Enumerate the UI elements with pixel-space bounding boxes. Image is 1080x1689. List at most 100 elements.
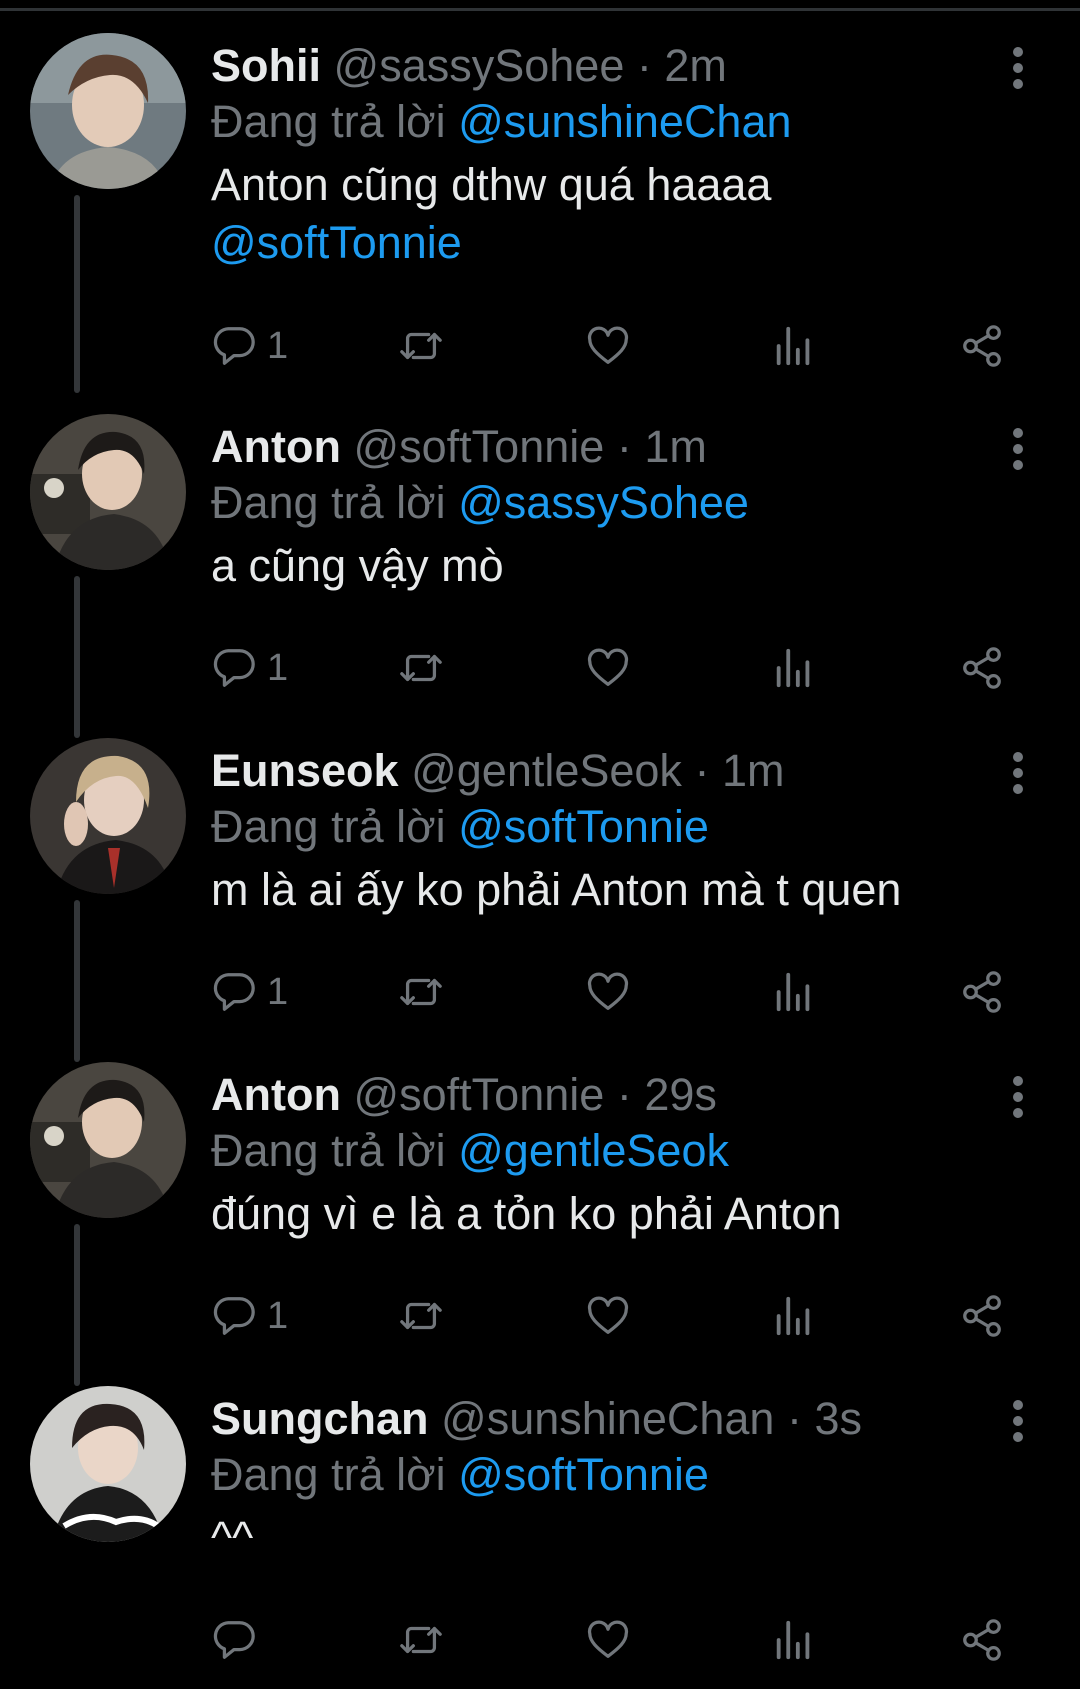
reply-icon bbox=[213, 1621, 255, 1659]
avatar[interactable] bbox=[30, 1386, 186, 1542]
reply-button[interactable]: 1 bbox=[211, 638, 288, 698]
avatar-photo-icon bbox=[30, 414, 186, 570]
like-button[interactable] bbox=[585, 316, 631, 376]
action-bar bbox=[211, 1610, 1031, 1670]
retweet-icon bbox=[400, 1626, 442, 1654]
reply-to-mention[interactable]: @softTonnie bbox=[458, 1449, 709, 1500]
avatar-photo-icon bbox=[30, 1386, 186, 1542]
avatar-photo-icon bbox=[30, 738, 186, 894]
share-button[interactable] bbox=[959, 1610, 1005, 1670]
retweet-button[interactable] bbox=[396, 638, 446, 698]
views-button[interactable] bbox=[774, 1610, 814, 1670]
timestamp[interactable]: 3s bbox=[814, 1393, 862, 1444]
tweet-text: đúng vì e là a tỏn ko phải Anton bbox=[211, 1185, 1011, 1243]
avatar[interactable] bbox=[30, 33, 186, 189]
reply-button[interactable]: 1 bbox=[211, 1286, 288, 1346]
tweet-text-line: Anton cũng dthw quá haaaa bbox=[211, 159, 772, 210]
tweet-text-line: m là ai ấy ko phải Anton mà t quen bbox=[211, 864, 902, 915]
share-icon bbox=[963, 1295, 1001, 1337]
retweet-button[interactable] bbox=[396, 1610, 446, 1670]
user-handle[interactable]: @sunshineChan bbox=[441, 1393, 774, 1444]
separator-dot: · bbox=[616, 421, 632, 472]
more-vertical-icon[interactable] bbox=[1008, 746, 1028, 806]
heart-icon bbox=[587, 972, 629, 1010]
user-handle[interactable]: @softTonnie bbox=[353, 1069, 604, 1120]
separator-dot: · bbox=[786, 1393, 802, 1444]
avatar-photo-icon bbox=[30, 33, 186, 189]
tweet-text-line: đúng vì e là a tỏn ko phải Anton bbox=[211, 1188, 842, 1239]
share-icon bbox=[963, 647, 1001, 689]
avatar[interactable] bbox=[30, 1062, 186, 1218]
display-name[interactable]: Anton bbox=[211, 1069, 341, 1120]
share-button[interactable] bbox=[959, 316, 1005, 376]
thread-connector bbox=[74, 576, 80, 738]
reply-button[interactable]: 1 bbox=[211, 962, 288, 1022]
views-button[interactable] bbox=[774, 316, 814, 376]
heart-icon bbox=[587, 648, 629, 686]
reply-button[interactable]: 1 bbox=[211, 316, 288, 376]
reply-to-mention[interactable]: @sassySohee bbox=[458, 477, 749, 528]
reply-prefix: Đang trả lời bbox=[211, 477, 446, 528]
avatar[interactable] bbox=[30, 738, 186, 894]
timestamp[interactable]: 1m bbox=[722, 745, 785, 796]
more-vertical-icon[interactable] bbox=[1008, 1070, 1028, 1130]
share-icon bbox=[963, 971, 1001, 1013]
retweet-icon bbox=[400, 654, 442, 682]
reply-icon bbox=[213, 327, 255, 365]
timestamp[interactable]: 29s bbox=[644, 1069, 717, 1120]
reply-to-mention[interactable]: @gentleSeok bbox=[458, 1125, 729, 1176]
reply-count: 1 bbox=[267, 324, 289, 367]
thread-connector bbox=[74, 900, 80, 1062]
more-vertical-icon[interactable] bbox=[1008, 41, 1028, 101]
user-handle[interactable]: @sassySohee bbox=[334, 40, 625, 91]
retweet-icon bbox=[400, 332, 442, 360]
tweet-text-line: ^^ bbox=[211, 1512, 254, 1563]
share-button[interactable] bbox=[959, 1286, 1005, 1346]
reply-button[interactable] bbox=[211, 1610, 267, 1670]
views-button[interactable] bbox=[774, 1286, 814, 1346]
action-bar: 1 bbox=[211, 962, 1031, 1022]
heart-icon bbox=[587, 326, 629, 364]
reply-icon bbox=[213, 973, 255, 1011]
like-button[interactable] bbox=[585, 1286, 631, 1346]
retweet-button[interactable] bbox=[396, 962, 446, 1022]
reply-to-mention[interactable]: @sunshineChan bbox=[458, 96, 791, 147]
timestamp[interactable]: 1m bbox=[644, 421, 707, 472]
separator-dot: · bbox=[616, 1069, 632, 1120]
views-button[interactable] bbox=[774, 638, 814, 698]
user-handle[interactable]: @gentleSeok bbox=[411, 745, 682, 796]
share-icon bbox=[963, 1619, 1001, 1661]
reply-icon bbox=[213, 1297, 255, 1335]
views-icon bbox=[776, 972, 810, 1012]
reply-icon bbox=[213, 649, 255, 687]
display-name[interactable]: Sungchan bbox=[211, 1393, 429, 1444]
display-name[interactable]: Eunseok bbox=[211, 745, 399, 796]
avatar[interactable] bbox=[30, 414, 186, 570]
display-name[interactable]: Anton bbox=[211, 421, 341, 472]
views-button[interactable] bbox=[774, 962, 814, 1022]
views-icon bbox=[776, 1620, 810, 1660]
tweet-text-mention[interactable]: @softTonnie bbox=[211, 214, 1011, 272]
retweet-icon bbox=[400, 978, 442, 1006]
like-button[interactable] bbox=[585, 962, 631, 1022]
timestamp[interactable]: 2m bbox=[664, 40, 727, 91]
share-button[interactable] bbox=[959, 962, 1005, 1022]
action-bar: 1 bbox=[211, 1286, 1031, 1346]
reply-prefix: Đang trả lời bbox=[211, 1449, 446, 1500]
thread-connector bbox=[74, 195, 80, 393]
retweet-button[interactable] bbox=[396, 316, 446, 376]
reply-to-mention[interactable]: @softTonnie bbox=[458, 801, 709, 852]
action-bar: 1 bbox=[211, 316, 1031, 376]
like-button[interactable] bbox=[585, 638, 631, 698]
retweet-button[interactable] bbox=[396, 1286, 446, 1346]
more-vertical-icon[interactable] bbox=[1008, 1394, 1028, 1454]
reply-prefix: Đang trả lời bbox=[211, 96, 446, 147]
tweet-text: ^^ bbox=[211, 1509, 1011, 1567]
tweet-text: Anton cũng dthw quá haaaa @softTonnie bbox=[211, 156, 1011, 272]
display-name[interactable]: Sohii bbox=[211, 40, 321, 91]
like-button[interactable] bbox=[585, 1610, 631, 1670]
separator-dot: · bbox=[694, 745, 710, 796]
share-button[interactable] bbox=[959, 638, 1005, 698]
more-vertical-icon[interactable] bbox=[1008, 422, 1028, 482]
user-handle[interactable]: @softTonnie bbox=[353, 421, 604, 472]
